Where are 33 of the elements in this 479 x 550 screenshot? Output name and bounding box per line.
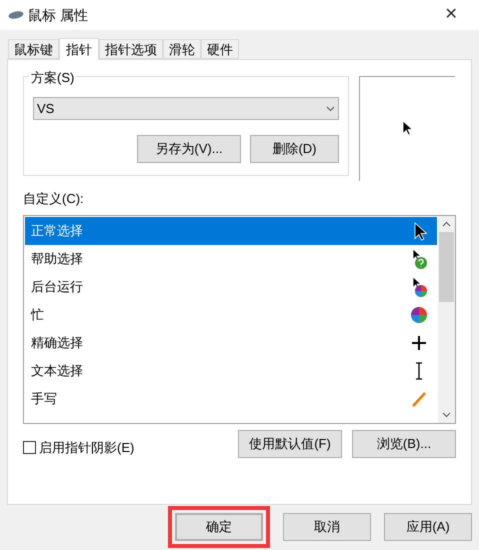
tab[interactable]: 指针 <box>59 38 99 60</box>
window-title: 鼠标 属性 <box>28 6 88 24</box>
list-item[interactable]: 忙 <box>25 300 437 328</box>
list-item[interactable]: 手写 <box>25 384 437 412</box>
list-item[interactable]: 精确选择 <box>25 328 437 356</box>
list-item[interactable]: 帮助选择 <box>25 244 437 272</box>
scrollbar[interactable] <box>438 216 455 422</box>
close-button[interactable]: ✕ <box>431 3 471 27</box>
dialog-button[interactable]: 取消 <box>283 513 371 541</box>
tab[interactable]: 指针选项 <box>99 39 163 59</box>
tab[interactable]: 硬件 <box>201 39 239 59</box>
use-default-button[interactable]: 使用默认值(F) <box>238 430 342 458</box>
dialog-button[interactable]: 应用(A) <box>384 513 472 541</box>
checkbox-label: 启用指针阴影(E) <box>39 438 134 457</box>
tab[interactable]: 鼠标键 <box>8 39 59 59</box>
checkbox[interactable] <box>23 440 36 454</box>
scroll-down-icon <box>442 412 451 418</box>
save-as-button[interactable]: 另存为(V)... <box>137 135 241 163</box>
mouse-icon <box>8 10 24 20</box>
scheme-dropdown[interactable]: VS <box>33 97 339 120</box>
cursor-list[interactable]: 正常选择 帮助选择 后台运行 忙 精确选择 文本选择 手写 <box>23 214 456 424</box>
chevron-down-icon <box>326 106 335 112</box>
list-item[interactable]: 文本选择 <box>25 356 437 384</box>
browse-button[interactable]: 浏览(B)... <box>352 430 456 458</box>
delete-button[interactable]: 删除(D) <box>250 135 339 163</box>
dialog-button[interactable]: 确定 <box>175 513 263 541</box>
list-item[interactable]: 正常选择 <box>25 216 437 244</box>
list-item[interactable]: 后台运行 <box>25 272 437 300</box>
tab[interactable]: 滑轮 <box>163 39 201 59</box>
customize-label: 自定义(C): <box>23 190 85 208</box>
busy-wheel-icon <box>409 304 429 324</box>
group-label: 方案(S) <box>29 68 76 88</box>
scroll-up-icon <box>442 220 451 226</box>
